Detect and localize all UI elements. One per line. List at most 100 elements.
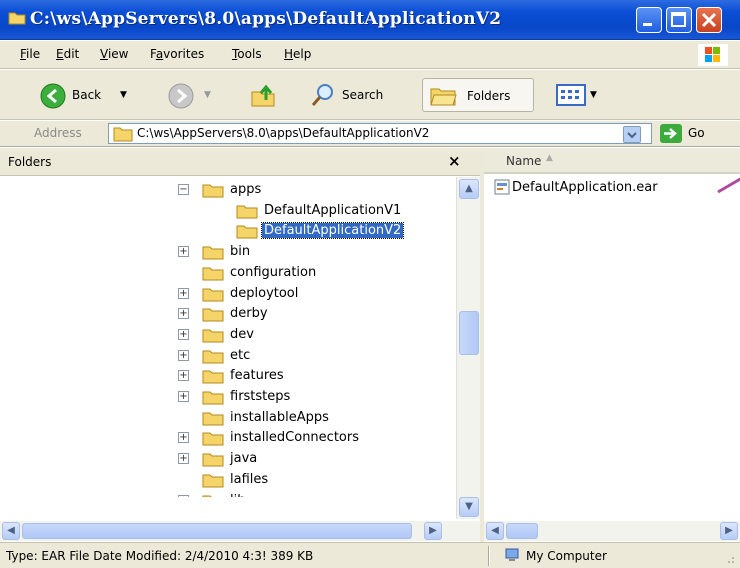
- folder-icon: [202, 474, 224, 488]
- chevron-down-icon: [627, 132, 637, 139]
- minimize-button[interactable]: [636, 7, 662, 33]
- tree-item[interactable]: lafiles: [0, 470, 456, 490]
- folder-icon: [202, 246, 224, 260]
- scroll-thumb[interactable]: [459, 311, 479, 355]
- tree-item[interactable]: installableApps: [0, 408, 456, 428]
- tree-item[interactable]: + deploytool: [0, 284, 456, 304]
- status-zone: My Computer: [526, 549, 607, 563]
- minimize-icon: [643, 23, 652, 26]
- folder-icon: [202, 288, 224, 301]
- search-icon: [311, 84, 333, 106]
- scroll-left-button[interactable]: ◀: [2, 522, 20, 540]
- scroll-down-button[interactable]: ▼: [459, 497, 479, 517]
- forward-button[interactable]: ▼: [158, 78, 228, 112]
- toolbar: Back ▼ ▼ Search Folders ▼: [0, 70, 740, 120]
- expand-icon[interactable]: +: [178, 453, 189, 465]
- expand-icon[interactable]: +: [178, 370, 189, 382]
- menu-file[interactable]: File: [20, 47, 40, 61]
- tree-item-label: apps: [230, 182, 262, 197]
- folder-icon: [202, 412, 224, 426]
- tree-item[interactable]: + firststeps: [0, 387, 456, 407]
- folder-tree-horizontal-scrollbar[interactable]: ◀ ▶: [0, 521, 480, 541]
- go-label[interactable]: Go: [688, 126, 705, 140]
- address-bar: Address C:\ws\AppServers\8.0\apps\Defaul…: [0, 121, 740, 147]
- menu-favorites-rest: vorites: [163, 47, 205, 61]
- menu-view-accel: V: [100, 47, 108, 61]
- expand-icon[interactable]: +: [178, 391, 189, 402]
- back-arrow-icon: [40, 83, 66, 109]
- menu-tools[interactable]: Tools: [232, 47, 262, 61]
- expand-icon[interactable]: +: [178, 287, 189, 299]
- scroll-right-button[interactable]: ▶: [424, 522, 442, 540]
- horizontal-scroll-thumb[interactable]: [22, 523, 412, 539]
- annotation-arrow-icon: [717, 177, 740, 194]
- menu-bar: File Edit View Favorites Tools Help: [0, 41, 740, 69]
- go-arrow-icon: [664, 128, 677, 139]
- folder-icon: [8, 12, 26, 25]
- scroll-up-button[interactable]: ▲: [459, 179, 479, 199]
- back-button[interactable]: Back ▼: [32, 78, 152, 112]
- tree-item[interactable]: + java: [0, 449, 456, 469]
- expand-icon[interactable]: +: [178, 246, 189, 258]
- tree-item-label: bin: [230, 244, 251, 260]
- close-button[interactable]: [696, 7, 722, 33]
- tree-item[interactable]: + bin: [0, 242, 456, 262]
- expand-icon[interactable]: +: [178, 308, 189, 320]
- sort-ascending-icon: ▲: [546, 153, 553, 163]
- menu-view[interactable]: View: [100, 47, 128, 61]
- search-button[interactable]: Search: [304, 78, 412, 112]
- tree-item-label: lib: [228, 493, 247, 498]
- tree-item[interactable]: + etc: [0, 346, 456, 366]
- horizontal-scroll-thumb[interactable]: [506, 523, 538, 539]
- tree-item[interactable]: configuration: [0, 263, 456, 283]
- folders-button[interactable]: Folders: [422, 78, 534, 112]
- address-dropdown-button[interactable]: [623, 126, 641, 143]
- status-bar: Type: EAR File Date Modified: 2/4/2010 4…: [0, 542, 740, 568]
- tree-item[interactable]: + derby: [0, 304, 456, 324]
- menu-help[interactable]: Help: [284, 47, 311, 61]
- expand-icon[interactable]: +: [178, 328, 189, 340]
- resize-grip-icon[interactable]: [722, 551, 736, 565]
- scroll-left-button[interactable]: ◀: [486, 522, 504, 540]
- address-value: C:\ws\AppServers\8.0\apps\DefaultApplica…: [137, 126, 430, 140]
- expand-icon[interactable]: +: [178, 432, 189, 444]
- up-folder-icon: [251, 84, 275, 107]
- tree-item[interactable]: + installedConnectors: [0, 428, 456, 448]
- tree-item[interactable]: + features: [0, 366, 456, 386]
- folders-icon: [430, 88, 457, 106]
- file-list-pane[interactable]: Name ▲ DefaultApplication.ear ◀ ▶: [484, 148, 740, 542]
- maximize-button[interactable]: [666, 7, 692, 33]
- tree-item-label: java: [230, 451, 258, 467]
- back-dropdown-icon[interactable]: ▼: [120, 90, 127, 100]
- folder-icon: [202, 267, 224, 281]
- tree-item[interactable]: − apps: [0, 180, 456, 200]
- views-button[interactable]: ▼: [552, 78, 608, 112]
- go-button[interactable]: [660, 124, 682, 143]
- tree-item-label: etc: [230, 347, 251, 363]
- address-input[interactable]: C:\ws\AppServers\8.0\apps\DefaultApplica…: [108, 123, 652, 144]
- folders-pane-close-button[interactable]: ×: [448, 152, 461, 170]
- expand-icon[interactable]: +: [178, 349, 189, 361]
- folder-icon: [202, 184, 224, 198]
- expand-icon[interactable]: +: [178, 494, 189, 497]
- tree-item[interactable]: + dev: [0, 325, 456, 345]
- menu-help-accel: H: [284, 47, 294, 61]
- views-icon: [556, 84, 586, 106]
- title-bar[interactable]: C:\ws\AppServers\8.0\apps\DefaultApplica…: [0, 0, 740, 40]
- menu-favorites[interactable]: Favorites: [150, 47, 204, 61]
- up-folder-button[interactable]: [246, 78, 280, 112]
- tree-item-label: installedConnectors: [230, 430, 359, 446]
- file-list-horizontal-scrollbar[interactable]: ◀ ▶: [484, 521, 740, 541]
- scroll-right-button[interactable]: ▶: [720, 522, 738, 540]
- folder-tree-vertical-scrollbar[interactable]: ▲ ▼: [456, 177, 480, 519]
- folder-tree[interactable]: − apps DefaultApplicationV1 DefaultApplicat…: [0, 177, 456, 497]
- collapse-icon[interactable]: −: [178, 184, 189, 195]
- menu-edit[interactable]: Edit: [56, 47, 79, 61]
- address-label: Address: [34, 126, 82, 140]
- tree-item[interactable]: DefaultApplicationV1: [0, 201, 456, 221]
- tree-item[interactable]: DefaultApplicationV2: [0, 221, 456, 241]
- name-column-header[interactable]: Name ▲: [484, 148, 740, 174]
- folder-icon: [202, 391, 224, 405]
- close-icon: [701, 12, 717, 28]
- tree-item[interactable]: + lib: [0, 491, 456, 498]
